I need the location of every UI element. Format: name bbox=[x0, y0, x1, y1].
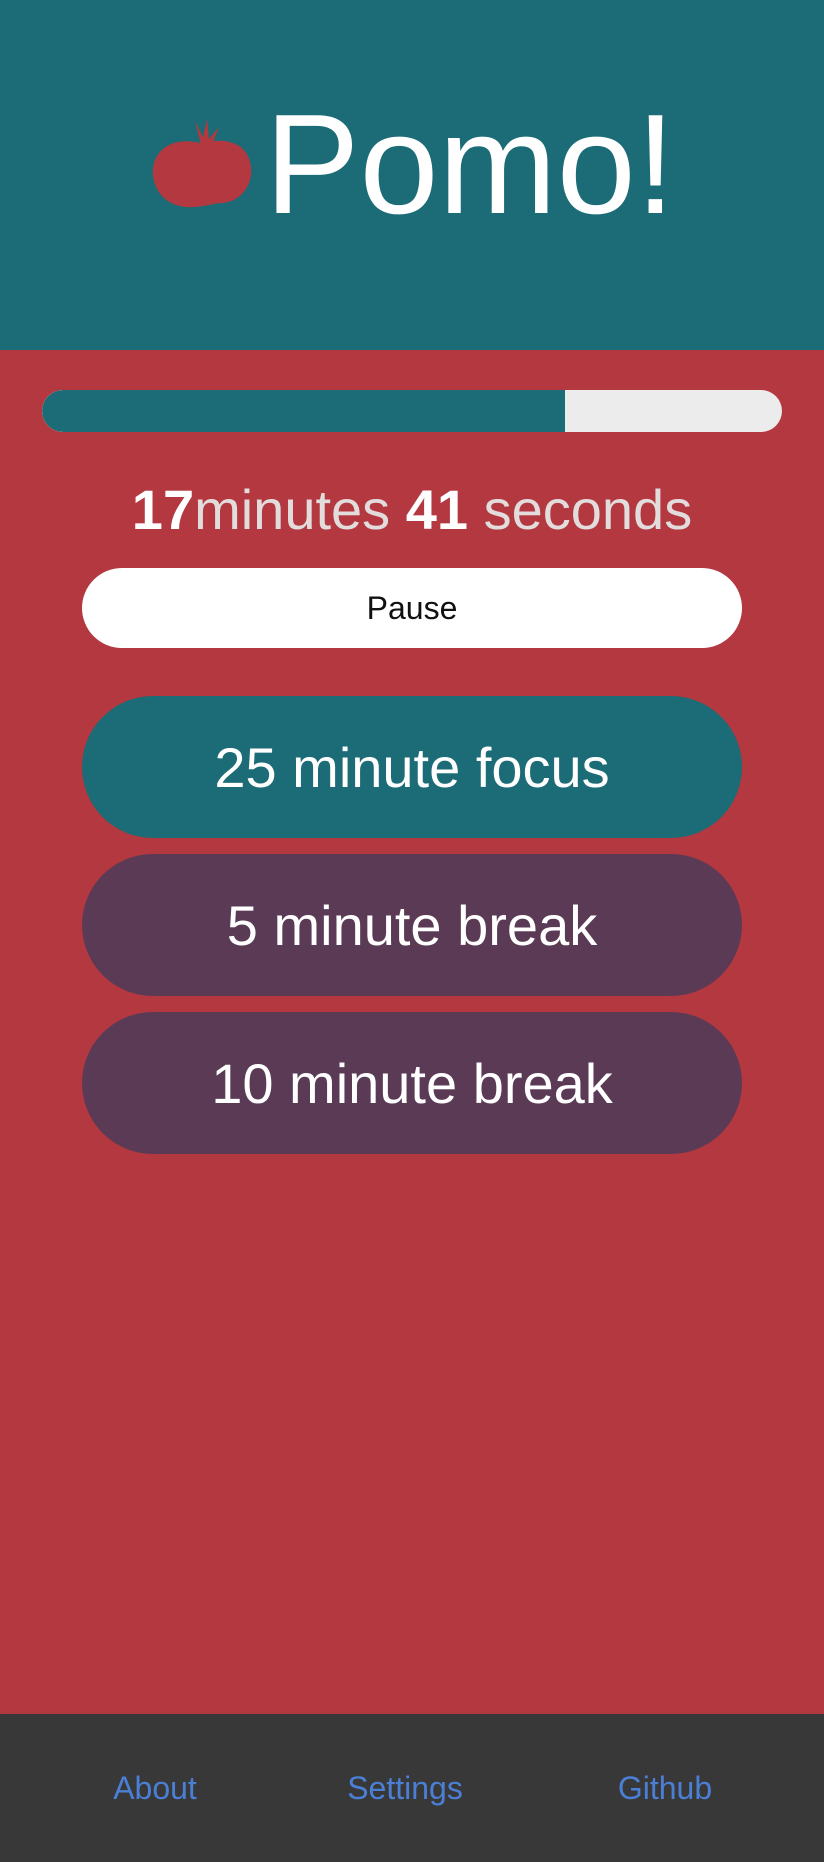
footer-nav: About Settings Github bbox=[0, 1714, 824, 1862]
app-header: Pomo! bbox=[0, 0, 824, 350]
minutes-label: minutes bbox=[194, 478, 391, 541]
progress-fill bbox=[42, 390, 566, 432]
break-5-button[interactable]: 5 minute break bbox=[82, 854, 742, 996]
app-title: Pomo! bbox=[264, 85, 676, 244]
seconds-label: seconds bbox=[483, 478, 693, 541]
minutes-value: 17 bbox=[131, 478, 195, 541]
brand: Pomo! bbox=[0, 0, 824, 350]
timer-progress-bar bbox=[42, 390, 782, 432]
about-link[interactable]: About bbox=[70, 1714, 240, 1862]
seconds-value: 41 bbox=[405, 478, 469, 541]
tomato-icon bbox=[152, 119, 252, 208]
time-remaining: 17minutes 41 seconds bbox=[0, 475, 824, 545]
break-10-button[interactable]: 10 minute break bbox=[82, 1012, 742, 1154]
settings-link[interactable]: Settings bbox=[320, 1714, 490, 1862]
github-link[interactable]: Github bbox=[580, 1714, 750, 1862]
focus-25-button[interactable]: 25 minute focus bbox=[82, 696, 742, 838]
pause-button[interactable]: Pause bbox=[82, 568, 742, 648]
